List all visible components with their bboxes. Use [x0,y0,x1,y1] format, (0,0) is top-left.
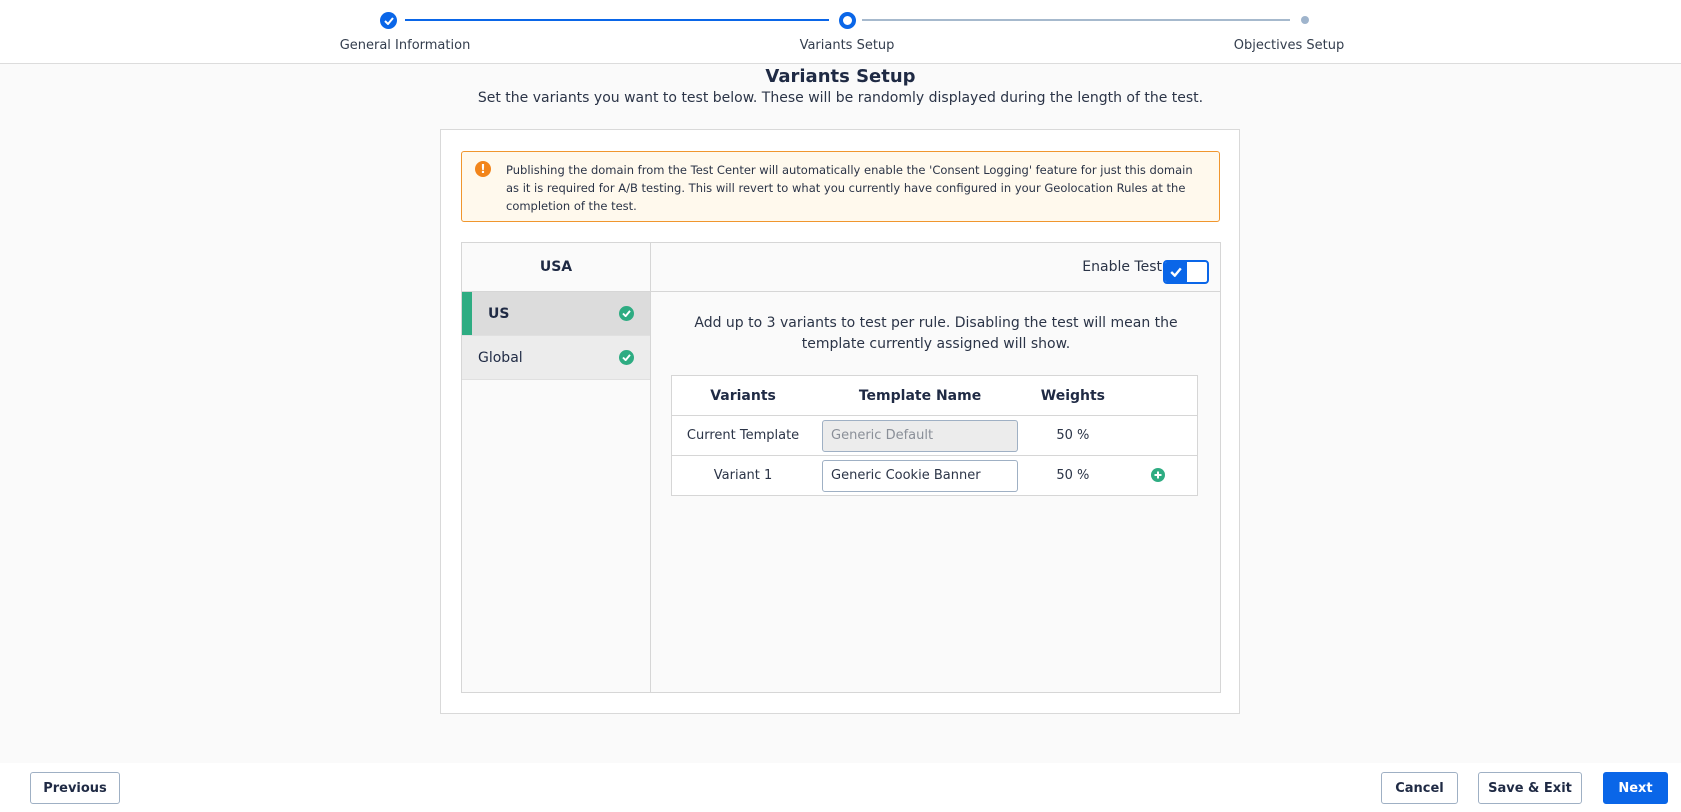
page-subtitle: Set the variants you want to test below.… [477,90,1204,106]
rule-item-global[interactable]: Global [462,336,650,380]
rule-config-header: Enable Test [651,243,1220,292]
table-row: Current Template 50 % [671,415,1198,456]
add-variant-icon[interactable] [1151,468,1166,482]
template-name-input[interactable] [822,459,1019,492]
variants-card: ! Publishing the domain from the Test Ce… [440,129,1240,714]
consent-logging-alert: ! Publishing the domain from the Test Ce… [461,151,1220,222]
current-step-icon [839,12,856,29]
save-exit-button[interactable]: Save & Exit [1478,772,1582,804]
enable-test-toggle[interactable] [1163,260,1209,284]
rules-sidebar: USA US Global [462,243,651,692]
rule-item-us[interactable]: US [462,292,650,336]
check-circle-icon [619,306,634,321]
column-header-weights: Weights [1025,375,1120,416]
active-indicator [462,292,472,335]
template-cell [814,456,1026,496]
weight-value: 50 % [1056,468,1090,483]
step-label: Objectives Setup [1233,38,1345,53]
variants-table: Variants Template Name Weights Current T… [671,375,1198,496]
variants-description: Add up to 3 variants to test per rule. D… [694,315,1178,352]
step-label: General Information [339,38,471,53]
stepper-line-completed [405,19,829,21]
exclamation-icon: ! [475,161,491,177]
column-header-actions [1119,375,1198,416]
column-header-variants: Variants [671,375,815,416]
check-icon [380,12,397,29]
rule-config: Enable Test Add up to 3 variants to test… [651,243,1220,692]
actions-cell [1119,415,1198,456]
page-title: Variants Setup [765,66,916,87]
rule-label: US [488,305,510,322]
step-label: Variants Setup [799,38,895,53]
cancel-button[interactable]: Cancel [1381,772,1458,804]
column-header-template-name: Template Name [814,375,1026,416]
previous-button[interactable]: Previous [30,772,120,804]
table-header-row: Variants Template Name Weights [671,375,1198,416]
actions-cell [1120,456,1198,496]
enable-test-label: Enable Test [1082,259,1162,275]
check-icon [1165,262,1187,282]
progress-stepper: General Information Variants Setup Objec… [0,0,1681,64]
upcoming-step-icon [1301,16,1309,24]
rules-panel: USA US Global Enable Test Add up to 3 va… [461,242,1221,693]
alert-text: Publishing the domain from the Test Cent… [506,163,1193,213]
rule-label: Global [478,349,523,366]
template-cell [814,415,1026,456]
variant-name: Current Template [671,415,815,456]
stepper-line-upcoming [862,19,1290,21]
variant-name: Variant 1 [713,468,773,483]
wizard-footer: Previous Cancel Save & Exit Next [0,763,1681,812]
weight-value: 50 % [1025,415,1120,456]
table-row: Variant 1 50 % [672,456,1198,496]
next-button[interactable]: Next [1603,772,1668,804]
check-circle-icon [619,350,634,365]
rule-group-title: USA [462,243,650,292]
template-name-input [822,419,1019,452]
